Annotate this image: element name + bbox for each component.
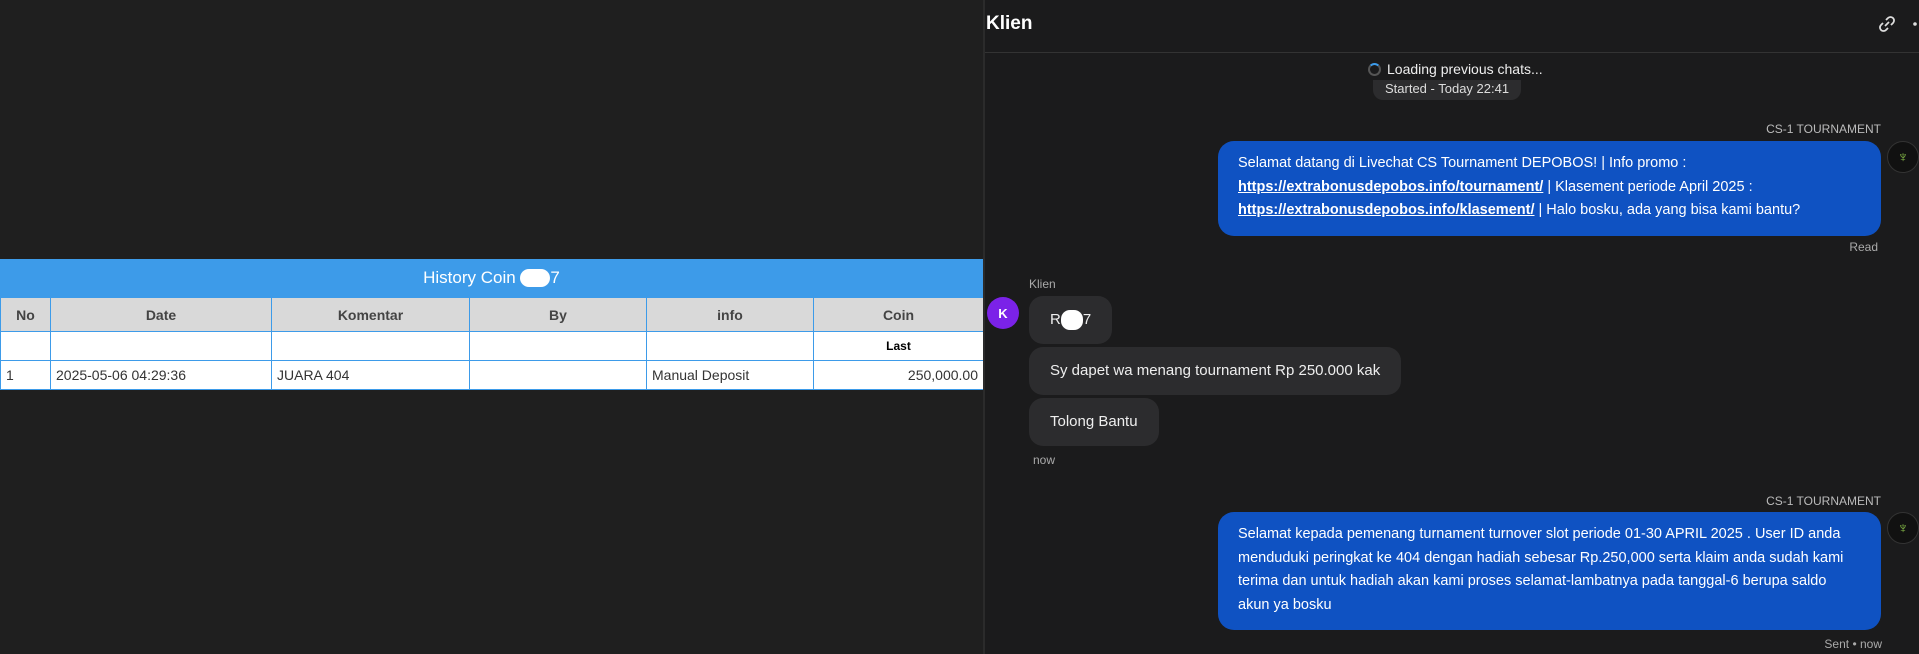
col-no[interactable]: No (0, 297, 51, 332)
sub-cell-empty (0, 331, 51, 361)
loading-indicator: Loading previous chats... (1368, 61, 1543, 77)
sub-cell-empty (469, 331, 647, 361)
agent-avatar: ♆ (1887, 512, 1919, 544)
agent-avatar: ♆ (1887, 141, 1919, 173)
agent-message-bubble: Selamat datang di Livechat CS Tournament… (1218, 141, 1881, 236)
cell-by (469, 360, 647, 390)
message-text: Tolong Bantu (1050, 413, 1138, 430)
agent-name: CS-1 TOURNAMENT (1766, 494, 1881, 508)
client-message-time: now (1033, 453, 1056, 467)
agent-name: CS-1 TOURNAMENT (1766, 122, 1881, 136)
sub-cell-last: Last (813, 331, 984, 361)
chat-header: Klien (985, 0, 1919, 53)
cell-date: 2025-05-06 04:29:36 (50, 360, 272, 390)
chat-panel: Klien Loading previous chats... Started … (985, 0, 1919, 654)
tournament-link[interactable]: https://extrabonusdepobos.info/tournamen… (1238, 179, 1543, 195)
message-text: Selamat datang di Livechat CS Tournament… (1238, 155, 1687, 171)
message-text: 7 (1082, 311, 1092, 328)
history-coin-table: History Coin 7 No Date Komentar By info … (0, 259, 984, 390)
col-komentar[interactable]: Komentar (271, 297, 470, 332)
message-text: R (1050, 311, 1061, 328)
sub-cell-empty (646, 331, 814, 361)
table-subheader-row: Last (0, 331, 984, 361)
depobos-logo-icon: ♆ (1897, 519, 1909, 537)
col-by[interactable]: By (469, 297, 647, 332)
sub-cell-empty (50, 331, 272, 361)
client-message-bubble: Tolong Bantu (1029, 398, 1159, 446)
cell-info: Manual Deposit (646, 360, 814, 390)
redaction-mark (520, 269, 551, 287)
history-title-prefix: History Coin (423, 268, 516, 287)
client-message-bubble: R7 (1029, 296, 1113, 344)
message-text: | Halo bosku, ada yang bisa kami bantu? (1534, 202, 1801, 218)
klasement-link[interactable]: https://extrabonusdepobos.info/klasement… (1238, 202, 1534, 218)
history-title-suffix: 7 (550, 268, 560, 287)
redaction-mark (1060, 310, 1083, 331)
history-panel: History Coin 7 No Date Komentar By info … (0, 0, 984, 654)
col-date[interactable]: Date (50, 297, 272, 332)
table-header-row: No Date Komentar By info Coin (0, 297, 984, 332)
client-message-bubble: Sy dapet wa menang tournament Rp 250.000… (1029, 347, 1402, 395)
client-label: Klien (1029, 277, 1056, 291)
chat-title: Klien (986, 13, 1033, 34)
col-coin[interactable]: Coin (813, 297, 984, 332)
message-status: Read (1849, 240, 1878, 254)
message-text: Selamat kepada pemenang turnament turnov… (1238, 526, 1844, 613)
more-icon[interactable] (1911, 14, 1919, 34)
message-status: Sent • now (1824, 637, 1882, 651)
depobos-logo-icon: ♆ (1897, 148, 1909, 166)
sub-cell-empty (271, 331, 470, 361)
spinner-icon (1368, 62, 1381, 76)
table-row: 1 2025-05-06 04:29:36 JUARA 404 Manual D… (0, 360, 984, 390)
link-icon[interactable] (1877, 14, 1897, 34)
cell-komentar: JUARA 404 (271, 360, 470, 390)
agent-message-bubble: Selamat kepada pemenang turnament turnov… (1218, 512, 1881, 630)
loading-text: Loading previous chats... (1387, 61, 1543, 77)
history-table: No Date Komentar By info Coin Last 1 202… (0, 297, 984, 390)
cell-coin: 250,000.00 (813, 360, 984, 390)
client-avatar: K (987, 297, 1019, 329)
message-text: Sy dapet wa menang tournament Rp 250.000… (1050, 362, 1381, 379)
started-pill: Started - Today 22:41 (1373, 80, 1522, 100)
cell-no: 1 (0, 360, 51, 390)
history-title: History Coin 7 (0, 259, 983, 297)
message-text: | Klasement periode April 2025 : (1543, 178, 1753, 195)
col-info[interactable]: info (646, 297, 814, 332)
